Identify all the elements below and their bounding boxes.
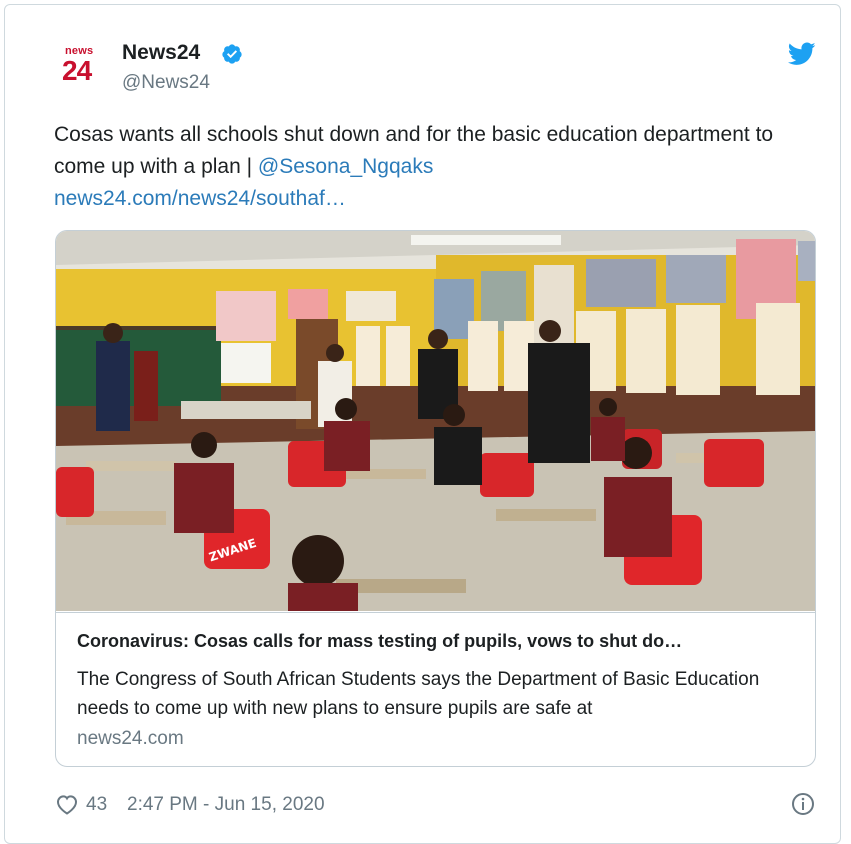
classroom-photo: ZWANE	[56, 231, 815, 611]
verified-badge-icon	[222, 44, 242, 64]
account-name[interactable]: News24	[122, 41, 200, 65]
info-icon[interactable]	[791, 792, 815, 816]
tweet-text: Cosas wants all schools shut down and fo…	[54, 119, 794, 215]
link-preview-meta: Coronavirus: Cosas calls for mass testin…	[56, 612, 815, 766]
avatar[interactable]: news 24	[53, 41, 107, 95]
link-preview-card[interactable]: ZWANE Coronavirus: Cosas calls for mass …	[55, 230, 816, 767]
mention-link[interactable]: @Sesona_Ngqaks	[258, 155, 433, 178]
timestamp[interactable]: 2:47 PM - Jun 15, 2020	[127, 794, 325, 816]
twitter-bird-icon[interactable]	[788, 42, 816, 66]
heart-icon[interactable]	[55, 793, 79, 815]
tweet-card: news 24 News24 @News24 Cosas wants all s…	[4, 4, 841, 844]
logo-big-text: 24	[62, 55, 92, 86]
like-count[interactable]: 43	[86, 794, 107, 816]
link-preview-domain: news24.com	[77, 728, 184, 749]
link-preview-title: Coronavirus: Cosas calls for mass testin…	[77, 631, 683, 651]
tweet-footer: 43 2:47 PM - Jun 15, 2020	[55, 791, 825, 821]
link-preview-description: The Congress of South African Students s…	[77, 669, 760, 719]
account-handle[interactable]: @News24	[122, 72, 210, 94]
article-link[interactable]: news24.com/news24/southaf…	[54, 187, 346, 210]
